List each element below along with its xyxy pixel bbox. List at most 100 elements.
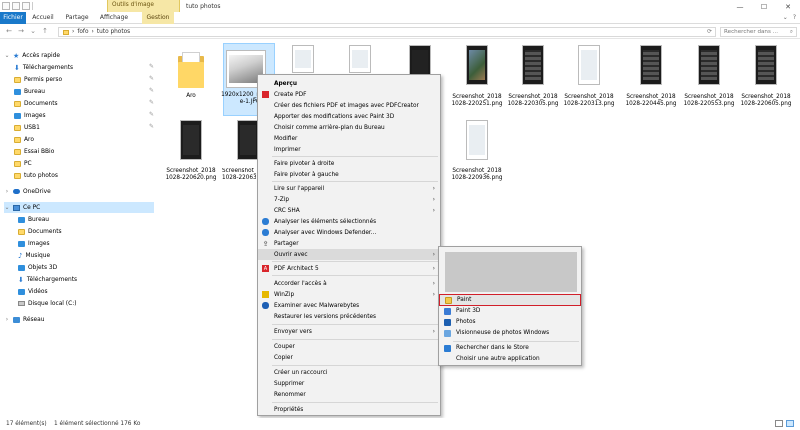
menu-item-accorder-acces[interactable]: Accorder l'accès à › — [258, 278, 440, 289]
chevron-down-icon[interactable]: ⌄ — [4, 204, 10, 211]
nav-pc-images[interactable]: Images — [18, 238, 50, 249]
menu-item-ouvrir-avec[interactable]: Ouvrir avec › — [258, 249, 440, 260]
tab-fichier[interactable]: Fichier — [0, 12, 26, 24]
search-input[interactable]: Rechercher dans ... ⌕ — [720, 27, 797, 37]
chevron-right-icon[interactable]: › — [4, 316, 10, 323]
nav-pc-videos[interactable]: Vidéos — [18, 286, 48, 297]
menu-item-defender[interactable]: Analyser avec Windows Defender... — [258, 227, 440, 238]
tab-accueil[interactable]: Accueil — [30, 12, 56, 24]
nav-pc-musique[interactable]: ♪ Musique — [18, 250, 50, 261]
nav-quick-access[interactable]: ⌄ ★ Accès rapide — [4, 50, 60, 61]
menu-item-supprimer[interactable]: Supprimer — [258, 378, 440, 389]
properties-icon[interactable] — [2, 2, 10, 10]
details-view-icon[interactable] — [775, 420, 783, 427]
menu-item-winzip[interactable]: WinZip › — [258, 289, 440, 300]
nav-item-images[interactable]: Images — [14, 110, 46, 121]
submenu-item-autre-app[interactable]: Choisir une autre application — [439, 354, 581, 364]
menu-label: PDF Architect 5 — [274, 265, 319, 272]
nav-pc-disque-local[interactable]: Disque local (C:) — [18, 298, 77, 309]
menu-item-wallpaper[interactable]: Choisir comme arrière-plan du Bureau — [258, 122, 440, 133]
menu-item-paint3d-edit[interactable]: Apporter des modifications avec Paint 3D — [258, 111, 440, 122]
pin-icon[interactable]: ✎ — [149, 123, 154, 130]
refresh-icon[interactable]: ⟳ — [707, 29, 715, 35]
screenshot-thumbnail[interactable] — [640, 45, 662, 85]
nav-item-bureau[interactable]: Bureau — [14, 86, 45, 97]
pin-icon[interactable]: ✎ — [149, 99, 154, 106]
pin-icon[interactable]: ✎ — [149, 111, 154, 118]
screenshot-thumbnail[interactable] — [755, 45, 777, 85]
back-button[interactable]: ← — [4, 27, 14, 35]
large-icons-view-icon[interactable] — [786, 420, 794, 427]
image-thumbnail[interactable] — [349, 45, 371, 73]
tab-affichage[interactable]: Affichage — [96, 12, 132, 24]
breadcrumb-fofo[interactable]: fofo — [77, 29, 88, 35]
nav-item-usb1[interactable]: USB1 — [14, 122, 40, 133]
menu-item-envoyer-vers[interactable]: Envoyer vers › — [258, 326, 440, 337]
menu-item-imprimer[interactable]: Imprimer — [258, 144, 440, 155]
submenu-item-paint[interactable]: Paint — [439, 294, 581, 306]
image-thumbnail[interactable] — [292, 45, 314, 73]
nav-this-pc[interactable]: ⌄ Ce PC — [4, 202, 154, 213]
menu-item-modifier[interactable]: Modifier — [258, 133, 440, 144]
nav-onedrive[interactable]: › OneDrive — [4, 186, 51, 197]
menu-item-proprietes[interactable]: Propriétés — [258, 404, 440, 415]
nav-pc-bureau[interactable]: Bureau — [18, 214, 49, 225]
forward-button[interactable]: → — [16, 27, 26, 35]
folder-aro-icon[interactable] — [178, 50, 204, 88]
menu-item-pdfcreator[interactable]: Créer des fichiers PDF et images avec PD… — [258, 100, 440, 111]
menu-item-7zip[interactable]: 7-Zip › — [258, 194, 440, 205]
menu-item-copier[interactable]: Copier — [258, 352, 440, 363]
screenshot-thumbnail[interactable] — [237, 120, 259, 160]
chevron-down-icon[interactable]: ⌄ — [4, 52, 10, 59]
menu-item-couper[interactable]: Couper — [258, 341, 440, 352]
recent-locations-button[interactable]: ⌄ — [28, 27, 38, 35]
nav-pc-telechargements[interactable]: ⬇ Téléchargements — [18, 274, 77, 285]
nav-item-documents[interactable]: Documents — [14, 98, 58, 109]
pin-icon[interactable]: ✎ — [149, 75, 154, 82]
up-button[interactable]: ↑ — [40, 27, 50, 35]
new-folder-icon[interactable] — [22, 2, 30, 10]
pin-icon[interactable]: ✎ — [149, 87, 154, 94]
screenshot-thumbnail[interactable] — [522, 45, 544, 85]
chevron-down-icon[interactable]: ⌄ — [783, 14, 788, 21]
checkbox-icon[interactable] — [12, 2, 20, 10]
screenshot-thumbnail[interactable] — [578, 45, 600, 85]
menu-item-restore-versions[interactable]: Restaurer les versions précédentes — [258, 311, 440, 322]
help-icon[interactable]: ? — [793, 14, 796, 21]
nav-item-permis-perso[interactable]: Permis perso — [14, 74, 62, 85]
screenshot-thumbnail[interactable] — [698, 45, 720, 85]
menu-item-rotate-right[interactable]: Faire pivoter à droite — [258, 158, 440, 169]
tab-partage[interactable]: Partage — [63, 12, 91, 24]
breadcrumb-tuto-photos[interactable]: tuto photos — [97, 29, 130, 35]
nav-pc-documents[interactable]: Documents — [18, 226, 62, 237]
screenshot-thumbnail[interactable] — [180, 120, 202, 160]
submenu-item-photos[interactable]: Photos — [439, 317, 581, 327]
menu-item-pdf-architect[interactable]: A PDF Architect 5 › — [258, 263, 440, 274]
submenu-item-paint-3d[interactable]: Paint 3D — [439, 306, 581, 316]
nav-pc-objets-3d[interactable]: Objets 3D — [18, 262, 57, 273]
menu-item-raccourci[interactable]: Créer un raccourci — [258, 367, 440, 378]
chevron-right-icon[interactable]: › — [4, 188, 10, 195]
menu-item-malwarebytes[interactable]: Examiner avec Malwarebytes — [258, 300, 440, 311]
address-bar[interactable]: › fofo › tuto photos ⟳ — [58, 27, 716, 37]
menu-item-create-pdf[interactable]: Create PDF — [258, 89, 440, 100]
tab-gestion[interactable]: Gestion — [142, 12, 174, 24]
nav-item-pc[interactable]: PC — [14, 158, 32, 169]
menu-item-crc-sha[interactable]: CRC SHA › — [258, 205, 440, 216]
menu-item-partager[interactable]: ⇪ Partager — [258, 238, 440, 249]
menu-item-renommer[interactable]: Renommer — [258, 389, 440, 400]
menu-item-rotate-left[interactable]: Faire pivoter à gauche — [258, 169, 440, 180]
nav-item-aro[interactable]: Aro — [14, 134, 34, 145]
nav-item-essai-bbio[interactable]: Essai BBio — [14, 146, 54, 157]
submenu-item-visionneuse[interactable]: Visionneuse de photos Windows — [439, 328, 581, 338]
screenshot-thumbnail[interactable] — [466, 120, 488, 160]
pin-icon[interactable]: ✎ — [149, 63, 154, 70]
nav-item-telechargements[interactable]: ⬇ Téléchargements — [14, 62, 73, 73]
submenu-item-store[interactable]: Rechercher dans le Store — [439, 343, 581, 353]
menu-item-cast[interactable]: Lire sur l'appareil › — [258, 183, 440, 194]
nav-network[interactable]: › Réseau — [4, 314, 45, 325]
menu-item-analyze[interactable]: Analyser les éléments sélectionnés — [258, 216, 440, 227]
screenshot-thumbnail[interactable] — [466, 45, 488, 85]
nav-item-tuto-photos[interactable]: tuto photos — [14, 170, 58, 181]
menu-item-apercu[interactable]: Aperçu — [258, 78, 440, 89]
